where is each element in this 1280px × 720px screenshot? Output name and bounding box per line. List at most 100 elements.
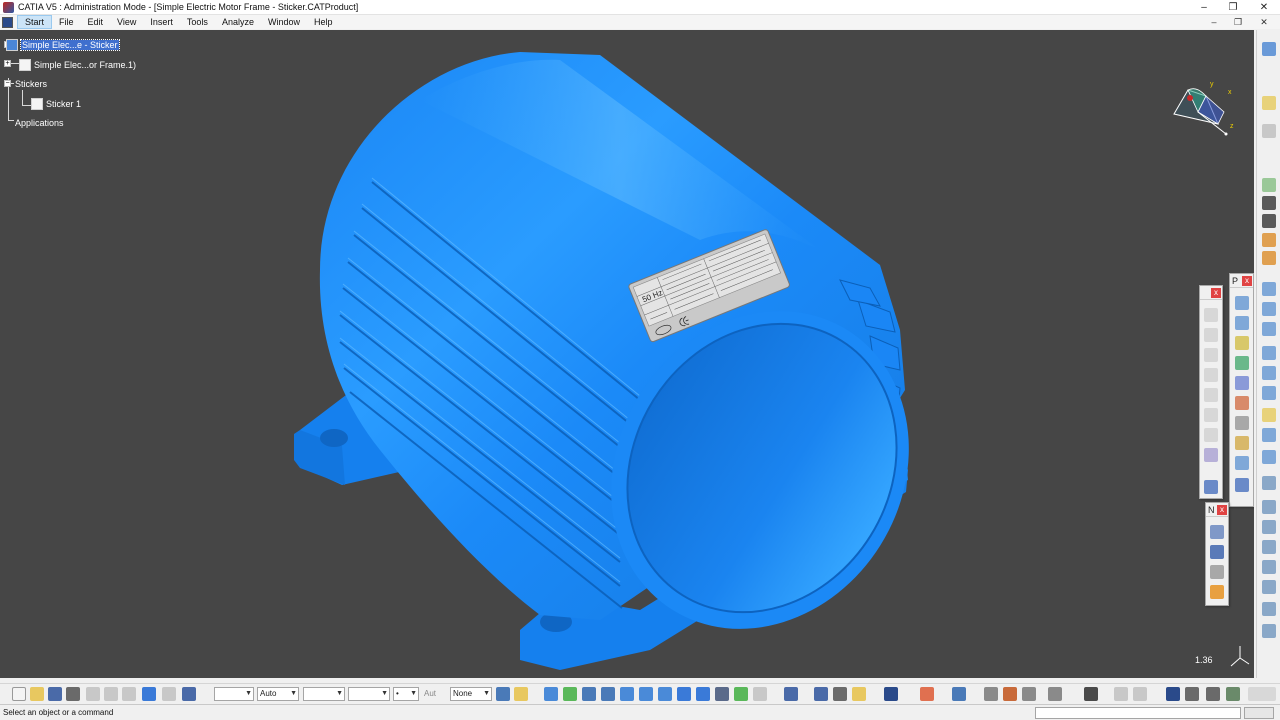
reorder-icon[interactable] (814, 687, 828, 701)
sync-icon[interactable] (884, 687, 898, 701)
tool-icon[interactable] (1262, 560, 1276, 574)
clash-tool-icon[interactable] (1235, 436, 1249, 450)
save-icon[interactable] (48, 687, 62, 701)
pan-icon[interactable] (582, 687, 596, 701)
mdi-minimize-button[interactable]: – (1203, 15, 1225, 29)
menu-start[interactable]: Start (17, 15, 53, 29)
catalog-tool-icon[interactable] (1235, 478, 1249, 492)
tool-icon[interactable] (1262, 602, 1276, 616)
component-tool-icon[interactable] (1235, 336, 1249, 350)
snap-tool-icon[interactable] (1235, 396, 1249, 410)
tool-icon[interactable] (1262, 366, 1276, 380)
measure-icon[interactable] (952, 687, 966, 701)
cut-icon[interactable] (86, 687, 100, 701)
render-tool-icon[interactable] (1204, 480, 1218, 494)
iso-view-icon[interactable] (696, 687, 710, 701)
menu-help[interactable]: Help (307, 15, 340, 29)
menu-window[interactable]: Window (261, 15, 307, 29)
catalog-icon[interactable] (1003, 687, 1017, 701)
material-tool-icon[interactable] (1262, 233, 1276, 247)
tool-icon[interactable] (1048, 687, 1062, 701)
apply-material-icon[interactable] (984, 687, 998, 701)
menu-analyze[interactable]: Analyze (215, 15, 261, 29)
restore-button[interactable]: ❐ (1219, 0, 1247, 15)
fly-mode-icon[interactable] (544, 687, 558, 701)
tool-icon[interactable] (1226, 687, 1240, 701)
select-tool-icon[interactable] (1262, 124, 1276, 138)
menu-tools[interactable]: Tools (180, 15, 215, 29)
shooting-tool-icon[interactable] (1210, 585, 1224, 599)
tool-icon[interactable] (1262, 500, 1276, 514)
normal-view-icon[interactable] (658, 687, 672, 701)
apply-material-icon[interactable] (1262, 251, 1276, 265)
open-file-icon[interactable] (30, 687, 44, 701)
color-combo[interactable]: ▼ (214, 687, 254, 701)
tree-sticker-1[interactable]: Sticker 1 (31, 98, 81, 110)
undo-icon[interactable] (142, 687, 156, 701)
new-file-icon[interactable] (12, 687, 26, 701)
print-icon[interactable] (66, 687, 80, 701)
copy-icon[interactable] (104, 687, 118, 701)
menu-insert[interactable]: Insert (143, 15, 180, 29)
format-icon[interactable] (514, 687, 528, 701)
menu-view[interactable]: View (110, 15, 143, 29)
multi-view-icon[interactable] (677, 687, 691, 701)
tool-icon[interactable] (1262, 580, 1276, 594)
close-button[interactable]: ✕ (1250, 0, 1278, 15)
tool-icon[interactable] (1022, 687, 1036, 701)
compass-icon[interactable]: y x z (1168, 78, 1238, 148)
product-tool-icon[interactable] (1235, 316, 1249, 330)
floating-toolbar-1[interactable]: x (1199, 285, 1223, 499)
paste-icon[interactable] (122, 687, 136, 701)
document-icon[interactable] (2, 16, 13, 28)
workbench-icon[interactable] (1262, 42, 1276, 56)
light-tool-icon[interactable] (1210, 525, 1224, 539)
tree-stickers[interactable]: Stickers (15, 79, 47, 89)
tool-icon[interactable] (1262, 302, 1276, 316)
bill-icon[interactable] (852, 687, 866, 701)
tree-applications[interactable]: Applications (15, 118, 64, 128)
manipulate-tool-icon[interactable] (1235, 376, 1249, 390)
tool-icon[interactable] (1262, 520, 1276, 534)
floating-toolbar-n-close[interactable]: x (1217, 504, 1227, 515)
mdi-restore-button[interactable]: ❐ (1227, 15, 1249, 29)
grid-icon[interactable] (920, 687, 934, 701)
minimize-button[interactable]: – (1190, 0, 1218, 15)
tool-icon[interactable] (1262, 476, 1276, 490)
rotate-icon[interactable] (601, 687, 615, 701)
comment-icon[interactable] (1133, 687, 1147, 701)
3d-viewport[interactable]: 50 Hz − Simple Elec...e - Sticker + (0, 30, 1254, 678)
constraint-tool-icon[interactable] (1235, 356, 1249, 370)
tool-icon[interactable] (1262, 428, 1276, 442)
layer-combo[interactable]: None ▼ (450, 687, 492, 701)
tool-icon[interactable] (1262, 540, 1276, 554)
menu-file[interactable]: File (52, 15, 81, 29)
floating-toolbar-1-close[interactable]: x (1211, 287, 1221, 298)
tool-icon[interactable] (1262, 386, 1276, 400)
swap-space-icon[interactable] (753, 687, 767, 701)
floating-toolbar-p[interactable]: Px (1229, 273, 1254, 507)
thickness-combo[interactable]: ▼ (348, 687, 390, 701)
tree-manipulate-icon[interactable] (784, 687, 798, 701)
tool-icon[interactable] (1262, 624, 1276, 638)
formula-icon[interactable] (1114, 687, 1128, 701)
menu-edit[interactable]: Edit (81, 15, 111, 29)
expander-stickers[interactable]: − (4, 80, 11, 87)
mdi-close-button[interactable]: ✕ (1253, 15, 1275, 29)
hide-show-icon[interactable] (734, 687, 748, 701)
expander-part[interactable]: + (4, 60, 11, 67)
update-icon[interactable] (833, 687, 847, 701)
command-input[interactable] (1035, 707, 1241, 719)
tree-part[interactable]: Simple Elec...or Frame.1) (19, 59, 136, 71)
command-button[interactable] (1244, 707, 1274, 719)
tool-icon[interactable] (1262, 408, 1276, 422)
zoom-out-icon[interactable] (639, 687, 653, 701)
assembly-tool-icon[interactable] (1262, 196, 1276, 210)
explode-tool-icon[interactable] (1235, 416, 1249, 430)
part-tool-icon[interactable] (1262, 178, 1276, 192)
linetype-combo[interactable]: ▼ (303, 687, 345, 701)
tool-icon[interactable] (1262, 346, 1276, 360)
render-style-icon[interactable] (715, 687, 729, 701)
component-tool-icon[interactable] (1262, 214, 1276, 228)
scene-tool-icon[interactable] (1235, 456, 1249, 470)
